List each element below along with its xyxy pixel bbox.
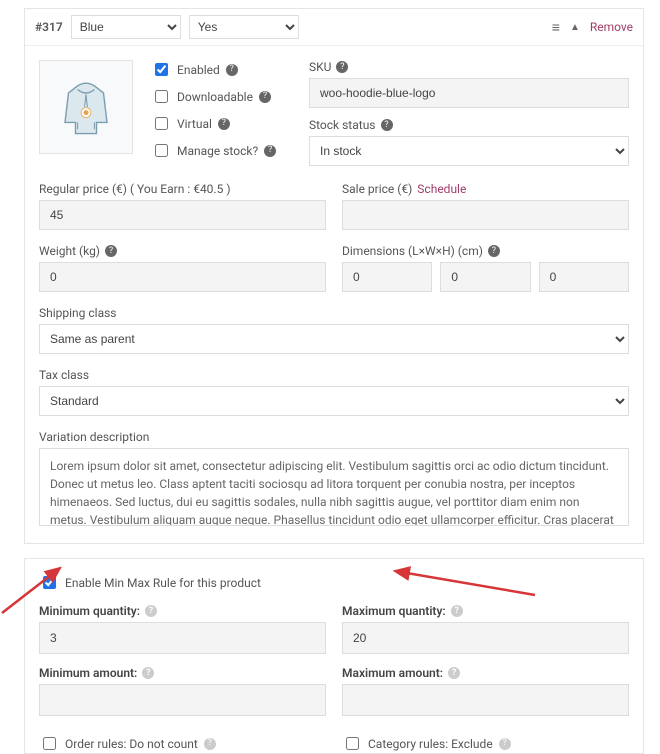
- length-input[interactable]: [342, 262, 432, 292]
- sku-label: SKU ?: [309, 60, 629, 74]
- help-icon[interactable]: ?: [264, 145, 276, 157]
- help-icon[interactable]: ?: [145, 605, 157, 617]
- help-icon[interactable]: ?: [381, 119, 393, 131]
- category-rules-checkbox[interactable]: Category rules: Exclude ?: [342, 734, 629, 753]
- enabled-checkbox[interactable]: Enabled ?: [151, 60, 291, 79]
- attribute-select-2[interactable]: Yes: [189, 15, 299, 39]
- sku-input[interactable]: [309, 78, 629, 108]
- stock-status-select[interactable]: In stock: [309, 136, 629, 166]
- help-icon[interactable]: ?: [105, 245, 117, 257]
- variation-description-textarea[interactable]: [39, 448, 629, 526]
- collapse-icon[interactable]: ▲: [570, 22, 580, 33]
- variation-id: #317: [35, 20, 63, 34]
- help-icon[interactable]: ?: [142, 667, 154, 679]
- variation-image[interactable]: [39, 60, 133, 154]
- tax-class-label: Tax class: [39, 368, 629, 382]
- min-qty-input[interactable]: [39, 622, 326, 654]
- shipping-class-label: Shipping class: [39, 306, 629, 320]
- help-icon[interactable]: ?: [204, 738, 216, 750]
- hoodie-icon: [51, 72, 121, 142]
- variation-header: #317 Blue Yes ≡ ▲ Remove: [25, 9, 643, 46]
- max-qty-input[interactable]: [342, 622, 629, 654]
- regular-price-label: Regular price (€) ( You Earn : €40.5 ): [39, 182, 326, 196]
- remove-link[interactable]: Remove: [590, 20, 633, 34]
- help-icon[interactable]: ?: [488, 245, 500, 257]
- shipping-class-select[interactable]: Same as parent: [39, 324, 629, 354]
- min-qty-label: Minimum quantity: ?: [39, 604, 326, 618]
- min-amount-label: Minimum amount: ?: [39, 666, 326, 680]
- enable-min-max-checkbox[interactable]: Enable Min Max Rule for this product: [39, 573, 629, 592]
- variation-description-label: Variation description: [39, 430, 629, 444]
- downloadable-checkbox[interactable]: Downloadable ?: [151, 87, 291, 106]
- weight-label: Weight (kg) ?: [39, 244, 326, 258]
- tax-class-select[interactable]: Standard: [39, 386, 629, 416]
- sale-price-input[interactable]: [342, 200, 629, 230]
- regular-price-input[interactable]: [39, 200, 326, 230]
- help-icon[interactable]: ?: [451, 605, 463, 617]
- height-input[interactable]: [539, 262, 629, 292]
- sale-price-label: Sale price (€) Schedule: [342, 182, 629, 196]
- help-icon[interactable]: ?: [499, 738, 511, 750]
- help-icon[interactable]: ?: [226, 64, 238, 76]
- virtual-checkbox[interactable]: Virtual ?: [151, 114, 291, 133]
- max-qty-label: Maximum quantity: ?: [342, 604, 629, 618]
- max-amount-input[interactable]: [342, 684, 629, 716]
- help-icon[interactable]: ?: [448, 667, 460, 679]
- help-icon[interactable]: ?: [336, 61, 348, 73]
- dimensions-label: Dimensions (L×W×H) (cm) ?: [342, 244, 629, 258]
- width-input[interactable]: [440, 262, 530, 292]
- weight-input[interactable]: [39, 262, 326, 292]
- schedule-link[interactable]: Schedule: [417, 182, 466, 196]
- stock-status-label: Stock status ?: [309, 118, 629, 132]
- manage-stock-checkbox[interactable]: Manage stock? ?: [151, 141, 291, 160]
- attribute-select-1[interactable]: Blue: [71, 15, 181, 39]
- min-amount-input[interactable]: [39, 684, 326, 716]
- menu-icon[interactable]: ≡: [552, 19, 560, 36]
- help-icon[interactable]: ?: [259, 91, 271, 103]
- help-icon[interactable]: ?: [218, 118, 230, 130]
- order-rules-checkbox[interactable]: Order rules: Do not count ?: [39, 734, 326, 753]
- max-amount-label: Maximum amount: ?: [342, 666, 629, 680]
- min-max-panel: Enable Min Max Rule for this product Min…: [24, 558, 644, 754]
